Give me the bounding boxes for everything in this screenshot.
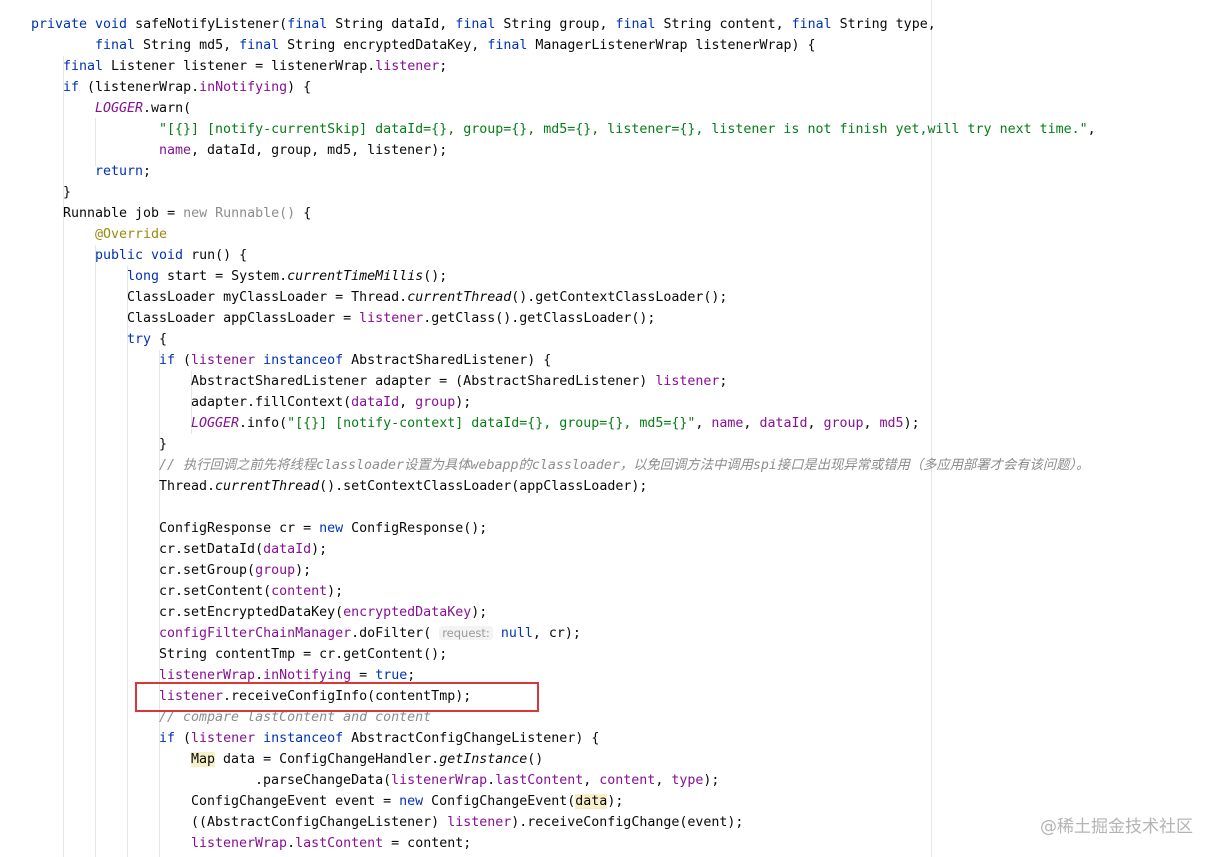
code-line: name, dataId, group, md5, listener); — [159, 143, 448, 158]
code-line: if (listenerWrap.inNotifying) { — [63, 80, 312, 95]
code-line: ConfigResponse cr = new ConfigResponse()… — [159, 521, 488, 536]
code-line: listenerWrap.inNotifying = true; — [159, 668, 416, 683]
code-line: final Listener listener = listenerWrap.l… — [63, 59, 448, 74]
code-line: LOGGER.warn( — [95, 101, 192, 116]
code-comment: // compare lastContent and content — [159, 710, 432, 725]
code-line: long start = System.currentTimeMillis(); — [127, 269, 448, 284]
code-line: AbstractSharedListener adapter = (Abstra… — [191, 374, 728, 389]
code-content: private void safeNotifyListener(final St… — [0, 0, 1215, 857]
code-line: cr.setContent(content); — [159, 584, 344, 599]
parameter-hint: request: — [439, 626, 493, 640]
code-line: ((AbstractConfigChangeListener) listener… — [191, 815, 744, 830]
code-line: "[{}] [notify-currentSkip] dataId={}, gr… — [159, 122, 1096, 137]
code-line: try { — [127, 332, 168, 347]
code-line: return; — [95, 164, 152, 179]
code-line: String contentTmp = cr.getContent(); — [159, 647, 448, 662]
highlighted-code-line: listener.receiveConfigInfo(contentTmp); — [159, 689, 472, 704]
code-line: configFilterChainManager.doFilter( reque… — [159, 626, 581, 641]
code-line: ClassLoader appClassLoader = listener.ge… — [127, 311, 656, 326]
code-line: private void safeNotifyListener(final St… — [31, 17, 936, 32]
code-line: } — [159, 437, 168, 452]
code-line: cr.setDataId(dataId); — [159, 542, 328, 557]
code-comment: // 执行回调之前先将线程classloader设置为具体webapp的clas… — [159, 458, 1090, 473]
code-line: @Override — [95, 227, 168, 242]
code-line: cr.setEncryptedDataKey(encryptedDataKey)… — [159, 605, 488, 620]
code-line: public void run() { — [95, 248, 248, 263]
code-line: Thread.currentThread().setContextClassLo… — [159, 479, 648, 494]
code-line: ConfigChangeEvent event = new ConfigChan… — [191, 794, 624, 809]
code-editor[interactable]: private void safeNotifyListener(final St… — [0, 0, 1215, 857]
code-line: listenerWrap.lastContent = content; — [191, 836, 472, 851]
code-line: adapter.fillContext(dataId, group); — [191, 395, 472, 410]
code-line: if (listener instanceof AbstractConfigCh… — [159, 731, 600, 746]
code-line: Runnable job = new Runnable() { — [63, 206, 312, 221]
code-line: Map data = ConfigChangeHandler.getInstan… — [191, 752, 544, 767]
code-line: .parseChangeData(listenerWrap.lastConten… — [255, 773, 720, 788]
code-line: if (listener instanceof AbstractSharedLi… — [159, 353, 552, 368]
code-line: cr.setGroup(group); — [159, 563, 312, 578]
watermark: @稀土掘金技术社区 — [1040, 817, 1193, 837]
code-line: final String md5, final String encrypted… — [95, 38, 816, 53]
code-line: ClassLoader myClassLoader = Thread.curre… — [127, 290, 728, 305]
code-line: LOGGER.info("[{}] [notify-context] dataI… — [191, 416, 920, 431]
code-line: } — [63, 185, 72, 200]
